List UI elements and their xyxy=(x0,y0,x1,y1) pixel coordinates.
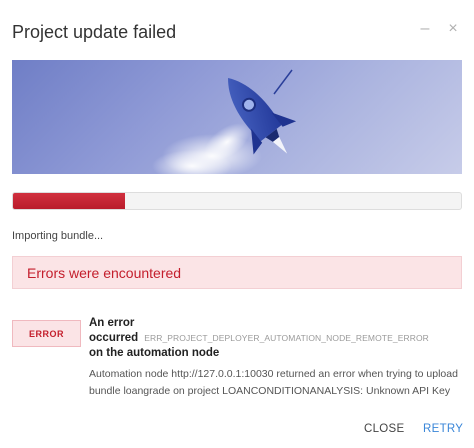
error-title: An error occurred ERR_PROJECT_DEPLOYER_AU… xyxy=(89,316,464,361)
error-title-line1: An error occurred xyxy=(89,317,139,344)
error-message-line1: Automation node http://127.0.0.1:10030 r… xyxy=(89,368,458,380)
minimize-icon[interactable]: – xyxy=(418,21,432,37)
close-button[interactable]: CLOSE xyxy=(364,423,405,435)
window-controls: – × xyxy=(418,21,460,37)
progress-bar-fill xyxy=(13,193,125,209)
error-details: An error occurred ERR_PROJECT_DEPLOYER_AU… xyxy=(89,316,464,400)
error-message-line2: bundle loangrade on project LOANCONDITIO… xyxy=(89,385,451,397)
error-banner-text: Errors were encountered xyxy=(27,265,182,281)
progress-status-text: Importing bundle... xyxy=(12,230,104,242)
error-badge: ERROR xyxy=(12,320,81,347)
error-title-line2: on the automation node xyxy=(89,347,220,359)
rocket-illustration xyxy=(12,60,462,174)
close-icon[interactable]: × xyxy=(446,21,460,37)
dialog-title: Project update failed xyxy=(12,22,177,42)
rocket-icon xyxy=(152,69,297,174)
error-item: ERROR An error occurred ERR_PROJECT_DEPLO… xyxy=(12,316,462,397)
error-message: Automation node http://127.0.0.1:10030 r… xyxy=(89,366,464,400)
error-code: ERR_PROJECT_DEPLOYER_AUTOMATION_NODE_REM… xyxy=(144,333,429,343)
retry-button[interactable]: RETRY xyxy=(423,423,463,435)
progress-bar xyxy=(12,192,462,210)
error-banner: Errors were encountered xyxy=(12,256,462,289)
project-update-dialog: Project update failed – × Importing bund… xyxy=(0,0,474,448)
